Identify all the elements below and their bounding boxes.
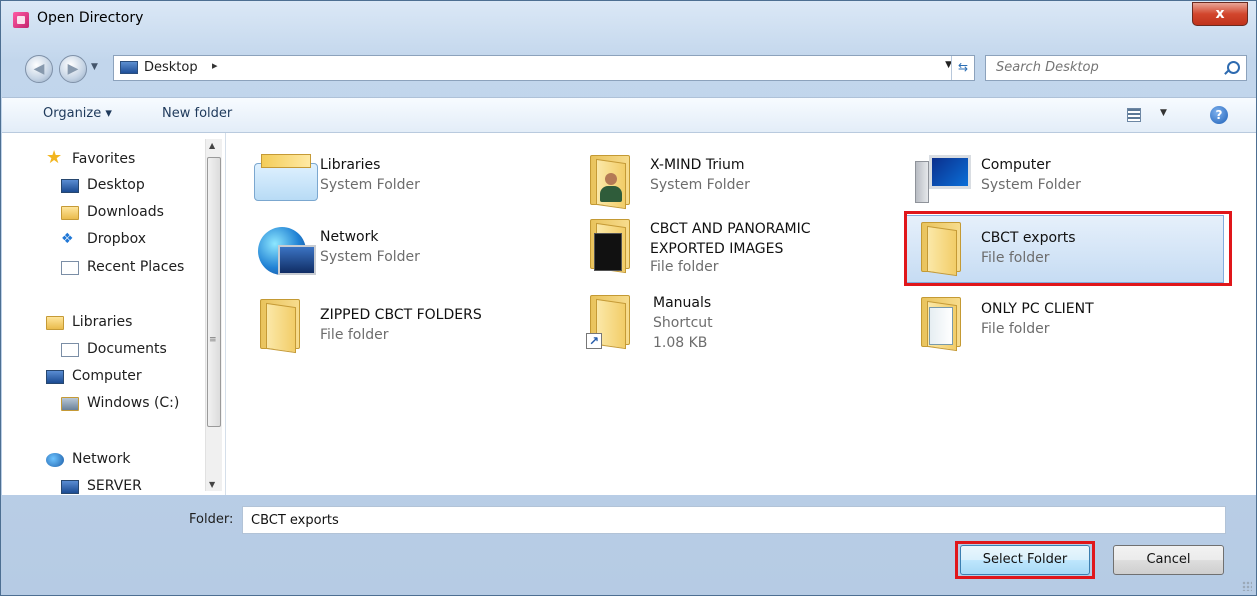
recent-locations-dropdown[interactable]: ▼	[91, 62, 103, 76]
file-type: System Folder	[650, 177, 750, 193]
sidebar-item-label: Documents	[87, 341, 167, 357]
file-name: Libraries	[320, 157, 381, 173]
highlight-outline-cbct-exports	[904, 211, 1232, 286]
shortcut-arrow-icon: ↗	[586, 333, 602, 349]
network-globe-icon	[252, 221, 316, 283]
folder-icon	[913, 291, 973, 353]
file-item-only-pc-client[interactable]: ONLY PC CLIENT File folder	[913, 291, 1233, 359]
file-type: File folder	[320, 327, 389, 343]
navigation-row: ◀ ▶ ▼ Desktop ▸ ▼ ⇆	[1, 45, 1256, 91]
search-icon[interactable]	[1227, 61, 1240, 74]
scroll-down-icon[interactable]: ▼	[209, 480, 215, 489]
refresh-button[interactable]: ⇆	[951, 56, 974, 80]
file-item-manuals[interactable]: ↗ Manuals Shortcut 1.08 KB	[582, 289, 902, 359]
file-type: Shortcut	[653, 315, 713, 331]
file-item-zipped-cbct-folders[interactable]: ZIPPED CBCT FOLDERS File folder	[252, 293, 572, 361]
desktop-icon	[61, 179, 79, 193]
file-name: ZIPPED CBCT FOLDERS	[320, 307, 482, 323]
navigation-pane: ★ Favorites Desktop Downloads ❖ Dropbox …	[2, 133, 226, 495]
sidebar-item-label: Recent Places	[87, 259, 185, 275]
user-folder-icon	[582, 149, 642, 211]
drive-icon	[61, 397, 79, 411]
file-type: System Folder	[320, 249, 420, 265]
libraries-folder-icon	[252, 149, 318, 211]
libraries-icon	[46, 316, 64, 330]
file-list: Libraries System Folder X-MIND Trium Sys…	[226, 133, 1256, 495]
folder-icon	[252, 293, 312, 355]
sidebar-item-label: Network	[72, 451, 131, 467]
server-icon	[61, 480, 79, 494]
file-name: X-MIND Trium	[650, 157, 745, 173]
recent-places-icon	[61, 261, 79, 275]
file-type: System Folder	[320, 177, 420, 193]
star-icon: ★	[46, 147, 63, 168]
dropbox-icon: ❖	[61, 231, 74, 247]
window-title: Open Directory	[37, 10, 144, 26]
desktop-icon	[120, 61, 138, 74]
address-location[interactable]: Desktop	[144, 60, 198, 75]
close-button[interactable]: x	[1192, 2, 1248, 26]
title-bar[interactable]: Open Directory x	[1, 1, 1256, 37]
address-bar[interactable]: Desktop ▸ ▼ ⇆	[113, 55, 975, 81]
change-view-icon[interactable]	[1127, 108, 1141, 122]
file-item-network[interactable]: Network System Folder	[252, 221, 572, 289]
file-type: System Folder	[981, 177, 1081, 193]
command-bar: Organize ▾ New folder ▼ ?	[2, 97, 1256, 133]
back-button[interactable]: ◀	[25, 55, 53, 83]
sidebar-item-label: Favorites	[72, 151, 136, 167]
network-icon	[46, 453, 64, 467]
help-icon[interactable]: ?	[1210, 106, 1228, 124]
file-item-libraries[interactable]: Libraries System Folder	[252, 149, 572, 217]
sidebar-item-label: SERVER	[87, 478, 142, 494]
file-name: Network	[320, 229, 379, 245]
search-input[interactable]	[994, 59, 1218, 76]
computer-icon	[46, 370, 64, 384]
file-item-x-mind-trium[interactable]: X-MIND Trium System Folder	[582, 149, 902, 217]
view-options-dropdown[interactable]: ▼	[1160, 108, 1167, 118]
folder-name-input[interactable]	[242, 506, 1226, 534]
downloads-icon	[61, 206, 79, 220]
open-directory-dialog: Open Directory x ◀ ▶ ▼ Desktop ▸ ▼ ⇆ Org…	[0, 0, 1257, 596]
file-item-cbct-panoramic-images[interactable]: CBCT AND PANORAMIC EXPORTED IMAGES File …	[582, 213, 902, 289]
resize-grip-icon[interactable]	[1242, 581, 1252, 591]
highlight-outline-select-folder	[955, 541, 1095, 579]
file-type: File folder	[981, 321, 1050, 337]
computer-icon	[913, 149, 973, 211]
forward-button[interactable]: ▶	[59, 55, 87, 83]
documents-icon	[61, 343, 79, 357]
file-name: Computer	[981, 157, 1051, 173]
shortcut-folder-icon: ↗	[582, 289, 642, 351]
cancel-button[interactable]: Cancel	[1113, 545, 1224, 575]
scrollbar-thumb[interactable]	[207, 157, 221, 427]
new-folder-button[interactable]: New folder	[162, 106, 232, 121]
scroll-grip-icon: ≡	[209, 335, 217, 345]
sidebar-item-label: Downloads	[87, 204, 164, 220]
search-box[interactable]	[985, 55, 1247, 81]
file-type: File folder	[650, 259, 719, 275]
file-size: 1.08 KB	[653, 335, 708, 351]
file-name: CBCT AND PANORAMIC EXPORTED IMAGES	[650, 221, 811, 257]
file-name: Manuals	[653, 295, 712, 311]
organize-menu[interactable]: Organize ▾	[43, 106, 112, 121]
sidebar-item-label: Desktop	[87, 177, 145, 193]
sidebar-item-label: Dropbox	[87, 231, 146, 247]
folder-icon	[582, 213, 642, 275]
sidebar-item-label: Computer	[72, 368, 142, 384]
sidebar-item-label: Libraries	[72, 314, 133, 330]
scroll-up-icon[interactable]: ▲	[209, 141, 215, 150]
file-item-computer[interactable]: Computer System Folder	[913, 149, 1233, 217]
sidebar-item-label: Windows (C:)	[87, 395, 180, 411]
folder-label: Folder:	[189, 512, 234, 527]
breadcrumb-arrow[interactable]: ▸	[212, 59, 218, 72]
file-name: ONLY PC CLIENT	[981, 301, 1094, 317]
sidebar-scrollbar[interactable]: ▲ ≡ ▼	[205, 139, 222, 491]
app-icon	[13, 12, 29, 28]
